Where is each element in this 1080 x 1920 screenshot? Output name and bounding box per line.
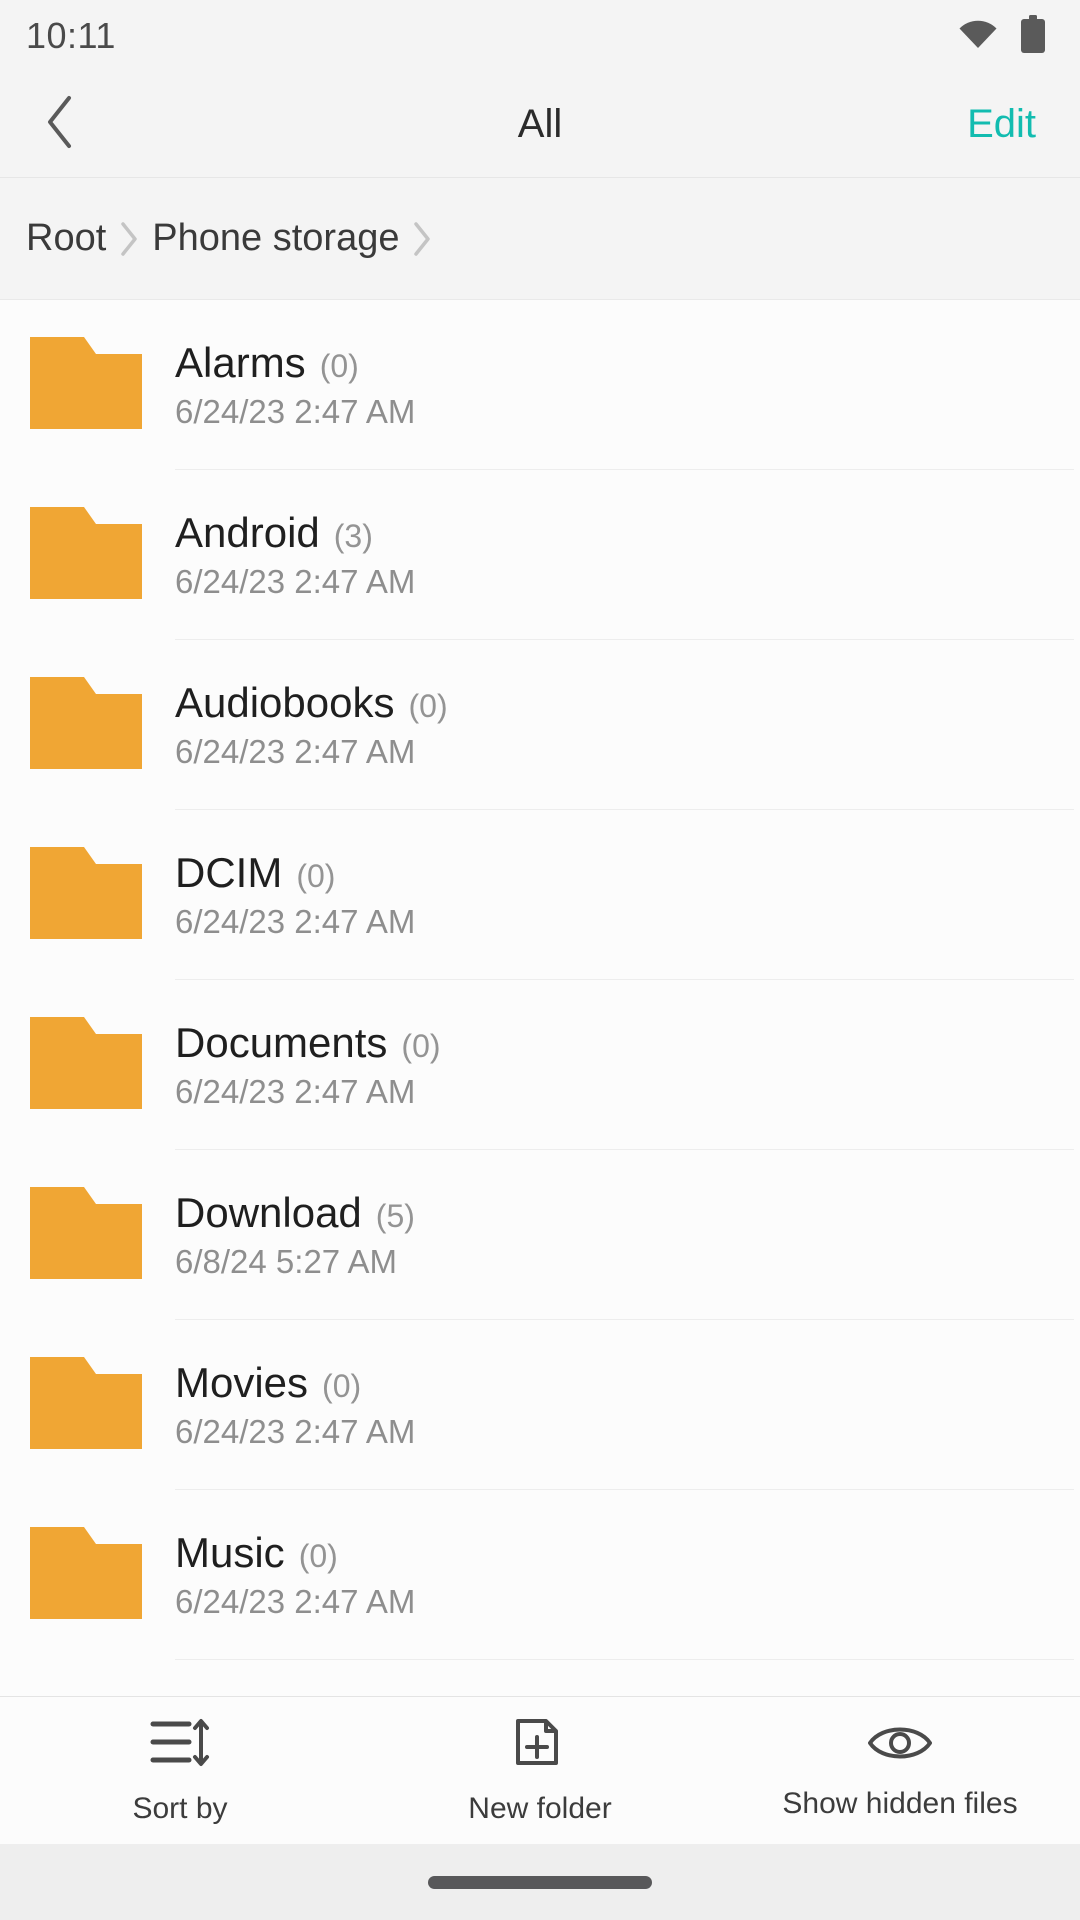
list-item-date: 6/24/23 2:47 AM (175, 563, 416, 600)
list-item-title-line: Download (5) (175, 1189, 1080, 1237)
new-folder-icon (512, 1715, 568, 1776)
folder-icon (30, 1356, 142, 1454)
eye-icon (866, 1720, 934, 1771)
bottom-toolbar: Sort by New folder Show hidden files (0, 1696, 1080, 1844)
list-item-texts: DCIM (0) 6/24/23 2:47 AM (175, 849, 1080, 941)
list-item-texts: Download (5) 6/8/24 5:27 AM (175, 1189, 1080, 1281)
file-list[interactable]: Alarms (0) 6/24/23 2:47 AM Android (3) 6/24/2… (0, 300, 1080, 1696)
list-item[interactable]: DCIM (0) 6/24/23 2:47 AM (0, 810, 1080, 980)
list-item-date: 6/24/23 2:47 AM (175, 1583, 416, 1620)
list-item-date: 6/24/23 2:47 AM (175, 733, 416, 770)
folder-icon-wrap (0, 1526, 175, 1624)
list-item-count: (0) (319, 348, 359, 384)
folder-icon-wrap (0, 1356, 175, 1454)
list-item-texts: Documents (0) 6/24/23 2:47 AM (175, 1019, 1080, 1111)
list-item[interactable]: Music (0) 6/24/23 2:47 AM (0, 1490, 1080, 1660)
list-item-name: Music (175, 1529, 285, 1576)
list-item-name: Android (175, 509, 320, 556)
new-folder-label: New folder (468, 1792, 612, 1825)
wifi-icon (958, 19, 998, 54)
chevron-right-icon (411, 221, 433, 257)
folder-icon (30, 1186, 142, 1284)
list-item-date: 6/24/23 2:47 AM (175, 1413, 416, 1450)
list-item-count: (5) (375, 1198, 415, 1234)
navigation-bar (0, 1844, 1080, 1920)
list-item-date: 6/24/23 2:47 AM (175, 903, 416, 940)
list-item-texts: Music (0) 6/24/23 2:47 AM (175, 1529, 1080, 1621)
list-item-date: 6/24/23 2:47 AM (175, 1073, 416, 1110)
breadcrumb-item-root[interactable]: Root (14, 217, 118, 260)
list-item[interactable]: Android (3) 6/24/23 2:47 AM (0, 470, 1080, 640)
list-item-name: Alarms (175, 339, 306, 386)
back-button[interactable] (0, 72, 120, 178)
list-item-name: Download (175, 1189, 362, 1236)
edit-button[interactable]: Edit (967, 102, 1036, 147)
folder-icon (30, 1016, 142, 1114)
list-item[interactable]: Documents (0) 6/24/23 2:47 AM (0, 980, 1080, 1150)
list-item-title-line: Audiobooks (0) (175, 679, 1080, 727)
list-item-count: (0) (408, 688, 448, 724)
folder-icon-wrap (0, 846, 175, 944)
folder-icon-wrap (0, 336, 175, 434)
breadcrumb-item-phone-storage[interactable]: Phone storage (140, 217, 411, 260)
chevron-right-icon (118, 221, 140, 257)
list-item-texts: Android (3) 6/24/23 2:47 AM (175, 509, 1080, 601)
list-item-title-line: Music (0) (175, 1529, 1080, 1577)
list-item-count: (0) (401, 1028, 441, 1064)
folder-icon (30, 676, 142, 774)
chevron-left-icon (43, 94, 77, 155)
status-bar: 10:11 (0, 0, 1080, 72)
list-item-count: (0) (296, 858, 336, 894)
folder-icon-wrap (0, 1016, 175, 1114)
list-item-title-line: DCIM (0) (175, 849, 1080, 897)
list-item-title-line: Movies (0) (175, 1359, 1080, 1407)
home-indicator[interactable] (428, 1875, 652, 1889)
folder-icon (30, 1526, 142, 1624)
list-item-date: 6/24/23 2:47 AM (175, 393, 416, 430)
folder-icon (30, 846, 142, 944)
list-item-name: Documents (175, 1019, 388, 1066)
list-item-title-line: Alarms (0) (175, 339, 1080, 387)
list-item-count: (0) (298, 1538, 338, 1574)
show-hidden-files-button[interactable]: Show hidden files (720, 1697, 1080, 1844)
list-item[interactable]: Download (5) 6/8/24 5:27 AM (0, 1150, 1080, 1320)
list-item-title-line: Android (3) (175, 509, 1080, 557)
folder-icon-wrap (0, 506, 175, 604)
list-item-title-line: Documents (0) (175, 1019, 1080, 1067)
folder-icon-wrap (0, 676, 175, 774)
page-title: All (517, 102, 563, 146)
title-bar: All Edit (0, 72, 1080, 178)
list-item-texts: Movies (0) 6/24/23 2:47 AM (175, 1359, 1080, 1451)
list-item-count: (3) (333, 518, 373, 554)
list-item-name: DCIM (175, 849, 283, 896)
list-item[interactable]: Notifications(0) (0, 1660, 1080, 1696)
new-folder-button[interactable]: New folder (360, 1697, 720, 1844)
sort-by-button[interactable]: Sort by (0, 1697, 360, 1844)
list-item-texts: Alarms (0) 6/24/23 2:47 AM (175, 339, 1080, 431)
list-item-name: Movies (175, 1359, 309, 1406)
sort-by-label: Sort by (132, 1792, 228, 1825)
sort-icon (149, 1715, 211, 1776)
list-item-count: (0) (322, 1368, 362, 1404)
folder-icon-wrap (0, 1186, 175, 1284)
folder-icon (30, 506, 142, 604)
list-item[interactable]: Movies (0) 6/24/23 2:47 AM (0, 1320, 1080, 1490)
file-manager-screen: 10:11 All Edit Root Phone storage Alarms… (0, 0, 1080, 1920)
folder-icon (30, 336, 142, 434)
breadcrumb: Root Phone storage (0, 178, 1080, 300)
status-time: 10:11 (26, 15, 116, 56)
list-item[interactable]: Alarms (0) 6/24/23 2:47 AM (0, 300, 1080, 470)
list-item-texts: Audiobooks (0) 6/24/23 2:47 AM (175, 679, 1080, 771)
battery-icon (1020, 14, 1046, 58)
show-hidden-files-label: Show hidden files (782, 1787, 1018, 1820)
list-item[interactable]: Audiobooks (0) 6/24/23 2:47 AM (0, 640, 1080, 810)
list-item-date: 6/8/24 5:27 AM (175, 1243, 397, 1280)
list-item-name: Audiobooks (175, 679, 395, 726)
status-icons (958, 14, 1046, 58)
